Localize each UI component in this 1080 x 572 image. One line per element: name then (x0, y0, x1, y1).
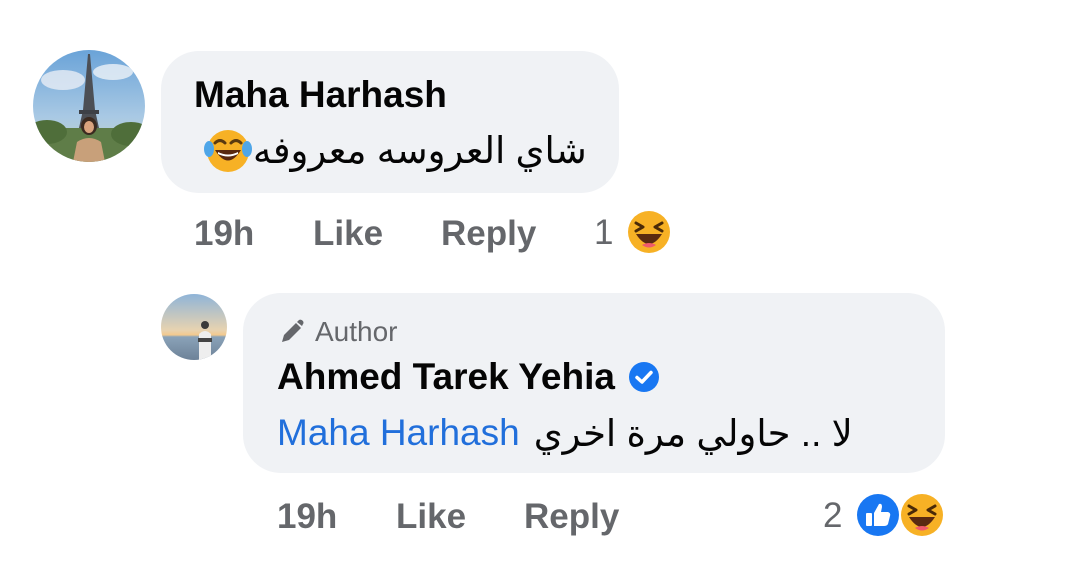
author-badge-label: Author (315, 316, 398, 347)
reply-like-button[interactable]: Like (396, 497, 466, 537)
author-badge: Author (277, 316, 398, 348)
mention-link[interactable]: Maha Harhash (277, 412, 520, 454)
avatar-maha-harhash[interactable] (33, 50, 145, 162)
reply-text-content: لا .. حاولي مرة اخري (533, 412, 853, 454)
reply-reply-button[interactable]: Reply (524, 497, 619, 537)
comment-text: شاي العروسه معروفه (203, 124, 587, 176)
haha-reaction-icon[interactable] (898, 491, 946, 539)
haha-reaction-icon[interactable] (625, 208, 673, 256)
comment-author-name[interactable]: Maha Harhash (194, 74, 447, 116)
comment-timestamp[interactable]: 19h (194, 214, 254, 254)
pencil-icon (282, 319, 304, 342)
verified-badge-icon (627, 360, 661, 394)
reply-reaction-count[interactable]: 2 (823, 496, 842, 536)
comment-text-content: شاي العروسه معروفه (253, 129, 587, 171)
comment-reaction-count[interactable]: 1 (594, 213, 613, 253)
comment-thread: Maha Harhash شاي العروسه معروفه 19h Like… (0, 0, 1080, 572)
reply-author-name[interactable]: Ahmed Tarek Yehia (277, 356, 661, 398)
like-reaction-icon[interactable] (854, 491, 902, 539)
comment-like-button[interactable]: Like (313, 214, 383, 254)
reply-timestamp[interactable]: 19h (277, 497, 337, 537)
comment-reply-button[interactable]: Reply (441, 214, 536, 254)
reply-text: Maha Harhash لا .. حاولي مرة اخري (277, 408, 853, 458)
avatar-ahmed-tarek-yehia[interactable] (161, 294, 227, 360)
reply-author-name-text: Ahmed Tarek Yehia (277, 356, 615, 397)
laughing-tears-emoji-icon (203, 125, 253, 175)
